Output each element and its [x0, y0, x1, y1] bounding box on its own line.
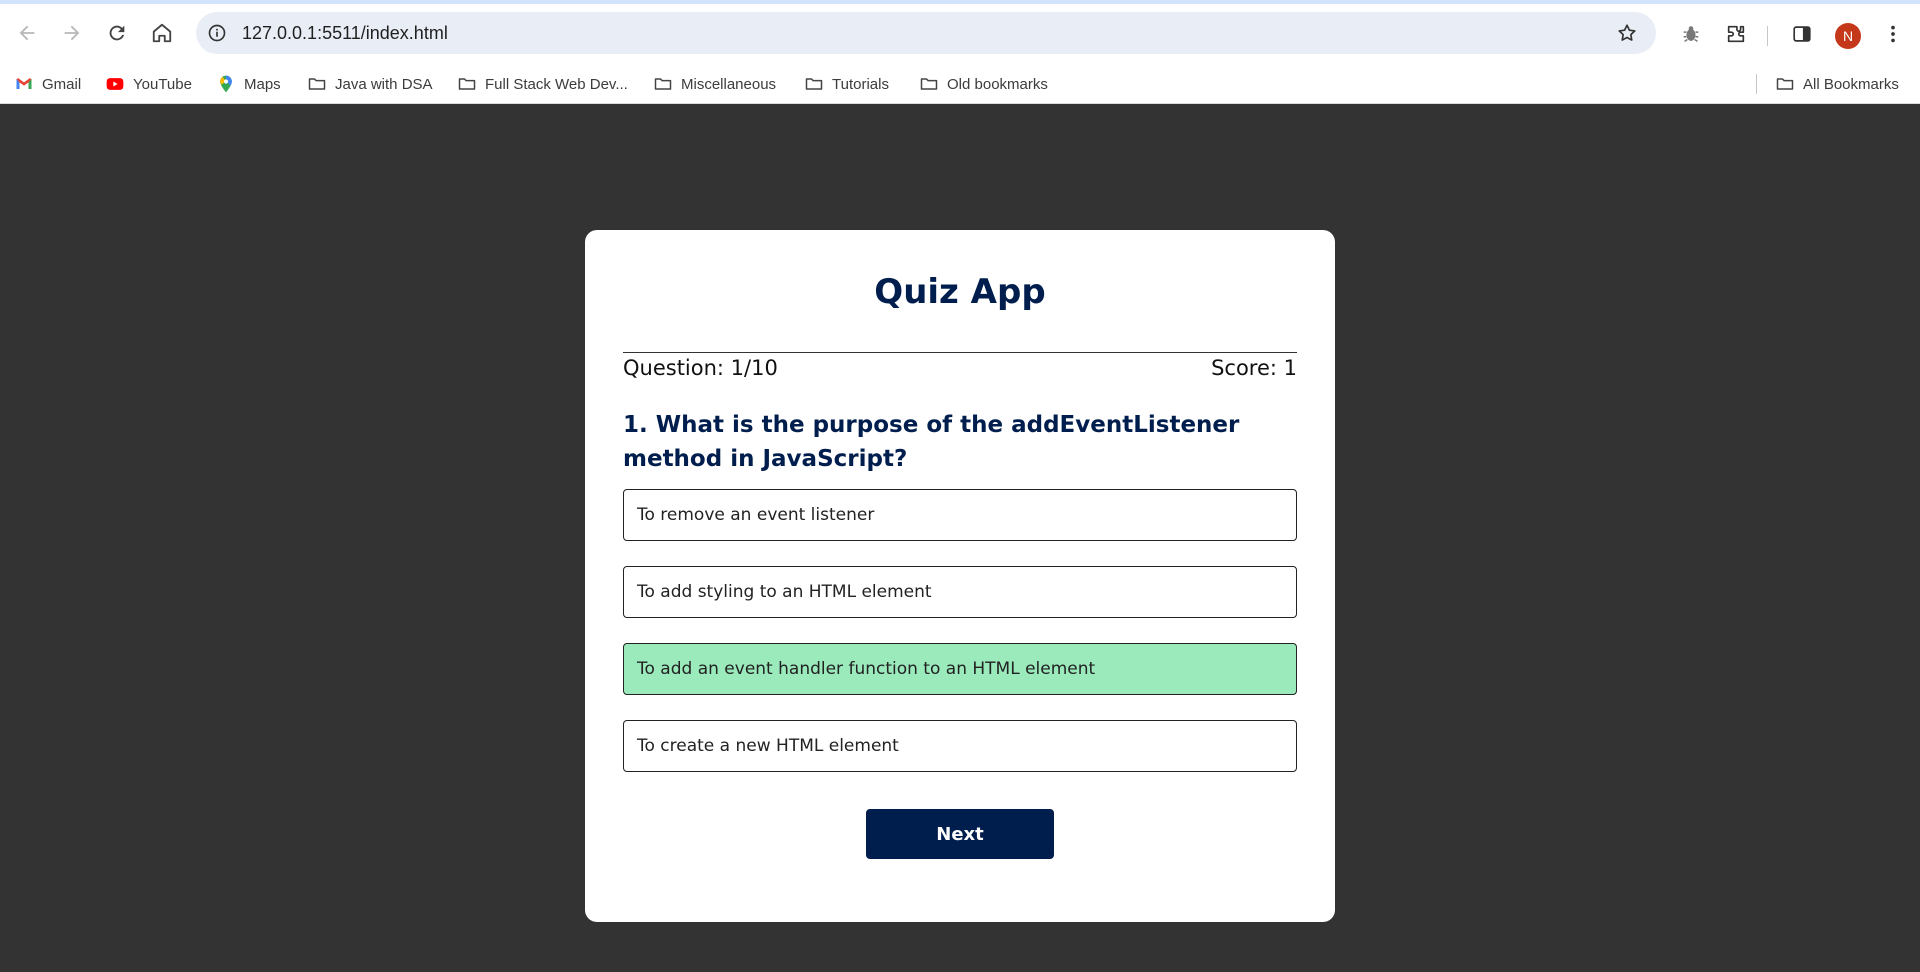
- quiz-card: Quiz App Question: 1/10 Score: 1 1. What…: [585, 230, 1335, 922]
- folder-icon: [654, 78, 672, 90]
- bookmark-label: Tutorials: [832, 75, 889, 93]
- answer-label: To add an event handler function to an H…: [637, 659, 1096, 679]
- site-info-icon[interactable]: [206, 22, 228, 44]
- back-button[interactable]: [11, 17, 43, 49]
- reload-button[interactable]: [101, 17, 133, 49]
- bookmark-star-icon[interactable]: [1616, 22, 1638, 44]
- bookmark-youtube[interactable]: YouTube: [105, 73, 192, 95]
- bookmark-maps[interactable]: Maps: [216, 73, 281, 95]
- toolbar-divider: [1767, 26, 1768, 46]
- answer-button[interactable]: To remove an event listener: [623, 489, 1297, 541]
- bookmark-label: Full Stack Web Dev...: [485, 75, 628, 93]
- profile-avatar[interactable]: N: [1835, 23, 1861, 49]
- bookmark-label: Java with DSA: [335, 75, 433, 93]
- question-counter: Question: 1/10: [623, 356, 778, 380]
- bookmark-label: Old bookmarks: [947, 75, 1048, 93]
- bookmark-label: Miscellaneous: [681, 75, 777, 93]
- more-menu-icon[interactable]: [1880, 21, 1906, 47]
- folder-icon: [805, 78, 823, 90]
- arrow-right-icon: [64, 25, 80, 41]
- home-icon: [152, 23, 172, 43]
- answer-button[interactable]: To create a new HTML element: [623, 720, 1297, 772]
- all-bookmarks-button[interactable]: All Bookmarks: [1775, 73, 1899, 95]
- url-text: 127.0.0.1:5511/index.html: [242, 23, 448, 43]
- score-display: Score: 1: [1211, 356, 1297, 380]
- bookmark-folder-full-stack[interactable]: Full Stack Web Dev...: [457, 73, 628, 95]
- youtube-icon: [106, 78, 124, 90]
- all-bookmarks-label: All Bookmarks: [1803, 75, 1899, 93]
- folder-icon: [920, 78, 938, 90]
- bug-extension-icon[interactable]: [1678, 21, 1704, 47]
- bookmark-folder-tutorials[interactable]: Tutorials: [804, 73, 889, 95]
- bookmark-label: YouTube: [133, 75, 192, 93]
- forward-button[interactable]: [56, 17, 88, 49]
- answer-label: To add styling to an HTML element: [637, 582, 932, 602]
- app-title: Quiz App: [874, 272, 1046, 312]
- browser-toolbar: 127.0.0.1:5511/index.html N: [0, 4, 1920, 64]
- next-button[interactable]: Next: [866, 809, 1054, 859]
- bookmark-folder-miscellaneous[interactable]: Miscellaneous: [653, 73, 776, 95]
- arrow-left-icon: [19, 25, 35, 41]
- folder-icon: [1776, 78, 1794, 90]
- reload-icon: [109, 25, 125, 41]
- gmail-icon: [16, 78, 32, 89]
- folder-icon: [308, 78, 326, 90]
- title-divider: [623, 352, 1297, 353]
- side-panel-icon[interactable]: [1789, 21, 1815, 47]
- extensions-icon[interactable]: [1723, 21, 1749, 47]
- bookmark-gmail[interactable]: Gmail: [14, 73, 81, 95]
- question-text: 1. What is the purpose of the addEventLi…: [623, 412, 1240, 472]
- address-bar[interactable]: 127.0.0.1:5511/index.html: [196, 12, 1656, 54]
- answer-label: To create a new HTML element: [637, 736, 899, 756]
- home-button[interactable]: [146, 17, 178, 49]
- answer-button[interactable]: To add styling to an HTML element: [623, 566, 1297, 618]
- bookmark-folder-old-bookmarks[interactable]: Old bookmarks: [919, 73, 1048, 95]
- folder-icon: [458, 78, 476, 90]
- bookmark-label: Gmail: [42, 75, 82, 93]
- bookmarks-bar: Gmail YouTube Maps Java with DSA Full St…: [0, 64, 1920, 104]
- bookmark-label: Maps: [244, 75, 281, 93]
- bookmark-folder-java-with-dsa[interactable]: Java with DSA: [307, 73, 433, 95]
- answer-label: To remove an event listener: [637, 505, 875, 525]
- maps-icon: [220, 75, 232, 93]
- answer-button-correct[interactable]: To add an event handler function to an H…: [623, 643, 1297, 695]
- bookmarks-divider: [1756, 74, 1757, 94]
